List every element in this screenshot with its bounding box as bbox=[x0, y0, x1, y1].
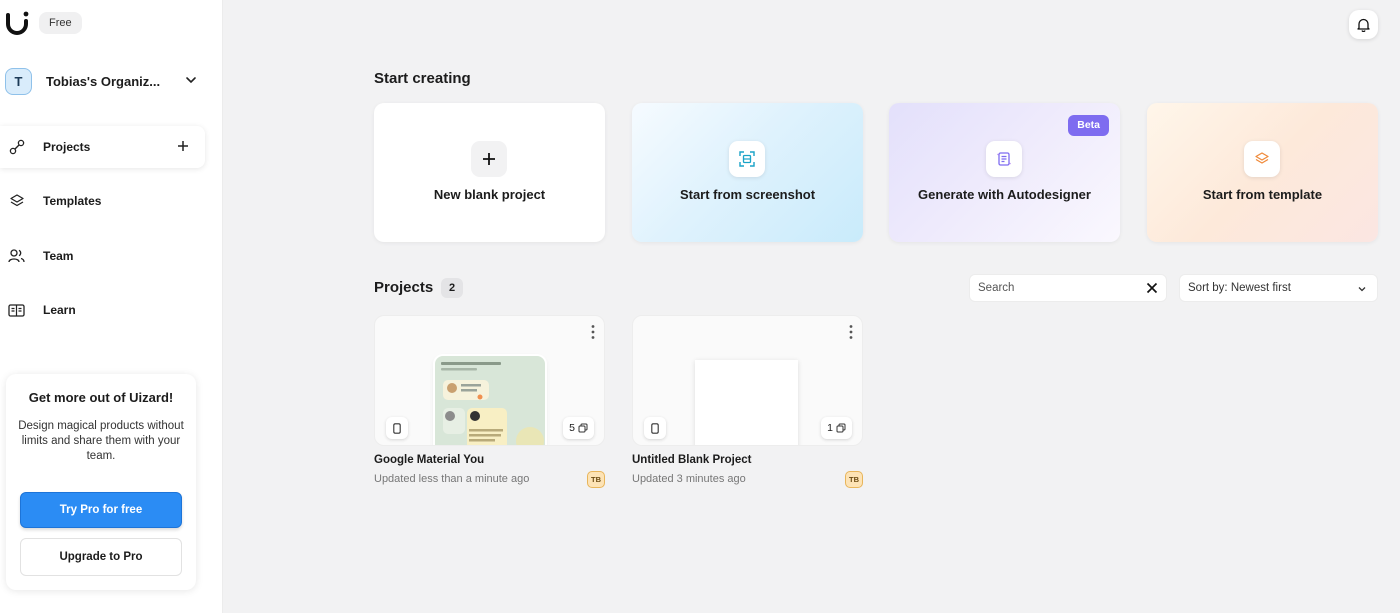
org-name: Tobias's Organiz... bbox=[46, 73, 161, 89]
start-from-template-card[interactable]: Start from template bbox=[1147, 103, 1378, 242]
layers-icon bbox=[8, 193, 25, 210]
screen-count-value: 5 bbox=[569, 422, 575, 434]
project-updated: Updated 3 minutes ago bbox=[632, 473, 746, 485]
screens-icon bbox=[836, 423, 846, 433]
promo-title: Get more out of Uizard! bbox=[28, 390, 174, 405]
project-card[interactable]: 5 Google Material You Updated less than … bbox=[374, 315, 605, 489]
card-label: Start from template bbox=[1202, 187, 1323, 202]
uizard-logo[interactable] bbox=[5, 10, 33, 36]
template-layers-icon bbox=[1244, 141, 1280, 177]
more-options-icon[interactable] bbox=[848, 324, 854, 340]
scan-icon bbox=[729, 141, 765, 177]
more-options-icon[interactable] bbox=[590, 324, 596, 340]
project-thumbnail[interactable]: 1 bbox=[632, 315, 863, 446]
upgrade-promo-card: Get more out of Uizard! Design magical p… bbox=[6, 374, 196, 590]
add-project-icon[interactable] bbox=[177, 140, 189, 152]
project-name[interactable]: Google Material You bbox=[374, 454, 484, 466]
screen-count-value: 1 bbox=[827, 422, 833, 434]
project-search bbox=[969, 274, 1167, 302]
sidebar-item-templates[interactable]: Templates bbox=[0, 180, 205, 222]
sidebar-item-label: Learn bbox=[43, 303, 76, 317]
sidebar-item-projects[interactable]: Projects bbox=[0, 126, 205, 168]
start-creating-title: Start creating bbox=[374, 70, 471, 87]
screens-icon bbox=[578, 423, 588, 433]
mobile-device-icon bbox=[386, 417, 408, 439]
notifications-button[interactable] bbox=[1349, 10, 1378, 39]
project-thumbnail[interactable]: 5 bbox=[374, 315, 605, 446]
bell-icon bbox=[1357, 18, 1370, 32]
org-avatar: T bbox=[5, 67, 32, 95]
sidebar-item-label: Templates bbox=[43, 194, 102, 208]
screen-count: 5 bbox=[563, 417, 594, 439]
sort-label: Sort by: Newest first bbox=[1188, 282, 1291, 294]
team-icon bbox=[8, 248, 25, 265]
search-input[interactable] bbox=[970, 275, 1130, 301]
close-icon[interactable] bbox=[1146, 282, 1158, 294]
promo-text: Design magical products without limits a… bbox=[18, 420, 184, 462]
project-updated: Updated less than a minute ago bbox=[374, 473, 530, 485]
mobile-device-icon bbox=[644, 417, 666, 439]
start-from-screenshot-card[interactable]: Start from screenshot bbox=[632, 103, 863, 242]
generate-autodesigner-card[interactable]: Beta Generate with Autodesigner bbox=[889, 103, 1120, 242]
project-name[interactable]: Untitled Blank Project bbox=[632, 454, 752, 466]
card-label: New blank project bbox=[433, 187, 546, 202]
sidebar-item-label: Projects bbox=[43, 140, 91, 154]
try-pro-button[interactable]: Try Pro for free bbox=[20, 492, 182, 528]
owner-avatar: TB bbox=[845, 471, 863, 488]
projects-count-badge: 2 bbox=[441, 278, 463, 298]
screen-count: 1 bbox=[821, 417, 852, 439]
card-label: Start from screenshot bbox=[679, 187, 816, 202]
owner-avatar: TB bbox=[587, 471, 605, 488]
upgrade-button[interactable]: Upgrade to Pro bbox=[20, 538, 182, 576]
organization-switcher[interactable]: T Tobias's Organiz... bbox=[5, 67, 205, 95]
chevron-down-icon bbox=[1358, 287, 1366, 292]
new-blank-project-card[interactable]: New blank project bbox=[374, 103, 605, 242]
projects-title: Projects bbox=[374, 279, 434, 296]
autodesigner-icon bbox=[986, 141, 1022, 177]
plus-icon bbox=[471, 141, 507, 177]
sidebar-item-learn[interactable]: Learn bbox=[0, 289, 205, 331]
sidebar: Free T Tobias's Organiz... Projects Temp… bbox=[0, 0, 223, 613]
plan-badge: Free bbox=[39, 12, 82, 34]
phone-mockup-preview bbox=[435, 356, 545, 445]
sidebar-item-label: Team bbox=[43, 249, 74, 263]
card-label: Generate with Autodesigner bbox=[918, 187, 1091, 202]
sort-dropdown[interactable]: Sort by: Newest first bbox=[1179, 274, 1378, 302]
beta-badge: Beta bbox=[1068, 115, 1109, 136]
sidebar-item-team[interactable]: Team bbox=[0, 235, 205, 277]
chevron-down-icon bbox=[186, 77, 196, 84]
project-card[interactable]: 1 Untitled Blank Project Updated 3 minut… bbox=[632, 315, 863, 489]
blank-screen-preview bbox=[695, 360, 798, 445]
book-icon bbox=[8, 302, 25, 319]
projects-icon bbox=[8, 139, 25, 156]
